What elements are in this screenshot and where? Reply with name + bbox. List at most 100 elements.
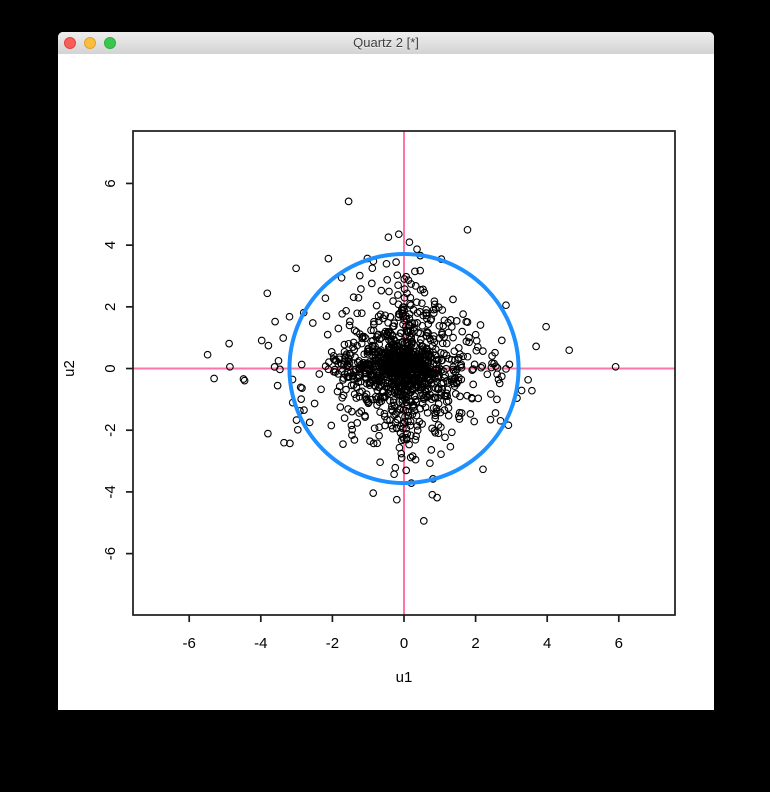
quartz-window: Quartz 2 [*] -6 -4 -2 0 2 4 6 -6 -4 -2 0 2 4 6 u1 u2 [58,32,714,710]
data-point [263,289,272,298]
window-title: Quartz 2 [*] [353,35,419,50]
data-point [375,431,383,440]
data-point [225,339,233,348]
data-point [300,406,308,414]
data-point [279,334,288,342]
data-point [334,324,343,333]
data-point [367,279,376,288]
data-point [382,259,391,268]
data-point [324,254,333,263]
data-point [517,386,526,395]
data-point [342,385,350,394]
data-point [383,275,392,284]
data-point [323,330,332,339]
y-tick-label: 2 [102,303,119,311]
data-point [210,374,218,383]
data-point [418,321,427,330]
data-layer [133,131,675,615]
data-point [437,450,445,459]
scatter-plot-canvas: -6 -4 -2 0 2 4 6 -6 -4 -2 0 2 4 6 u1 u2 [61,130,676,686]
data-point [370,424,379,433]
data-point [310,399,319,408]
data-point [274,356,283,365]
data-point [385,287,393,296]
data-point [285,312,294,321]
data-point [542,322,550,331]
data-point [369,489,378,497]
x-axis-title: u1 [396,669,413,686]
data-point [271,317,279,326]
data-point [368,264,377,273]
data-point [327,421,336,430]
data-point [293,425,302,434]
data-point [264,429,272,438]
data-point [376,408,384,417]
data-point [305,418,314,427]
data-point [377,286,386,295]
data-point [297,360,306,369]
minimize-button[interactable] [84,37,96,49]
data-point [327,348,336,356]
zoom-button[interactable] [104,37,116,49]
data-point [502,301,510,310]
data-point [470,417,479,426]
y-tick-label: 6 [102,179,119,187]
data-point [497,336,506,345]
y-tick-label: -2 [102,424,119,437]
data-point [486,390,495,398]
data-point [454,343,463,352]
data-point [376,458,384,467]
data-point [483,370,492,379]
data-point [355,271,364,280]
data-point [384,233,393,242]
data-point [339,440,347,448]
data-point [419,517,428,525]
data-point [413,245,421,254]
plot-area: -6 -4 -2 0 2 4 6 -6 -4 -2 0 2 4 6 u1 u2 [58,54,714,710]
data-point [463,225,472,234]
data-point [321,294,330,303]
data-point [393,271,402,280]
data-point [446,442,455,451]
data-point [203,350,212,359]
data-point [524,375,532,384]
data-point [441,433,449,442]
data-point [479,465,487,474]
data-point [344,197,353,206]
titlebar[interactable]: Quartz 2 [*] [58,32,714,55]
close-button[interactable] [64,37,76,49]
data-point [391,463,400,472]
data-point [353,309,362,318]
data-point [528,386,536,395]
x-tick-label: 0 [400,635,408,652]
data-point [447,428,456,437]
data-point [405,238,414,247]
data-point [392,495,401,504]
x-tick-label: 6 [615,635,623,652]
data-point [273,381,282,390]
data-point [390,470,398,479]
y-tick-label: -4 [102,485,119,498]
data-point [458,327,467,336]
data-point [444,328,453,337]
data-point [317,385,325,394]
data-point [340,414,349,422]
data-point [340,340,349,349]
x-tick-label: -6 [183,635,196,652]
data-point [257,336,266,345]
data-point [372,301,381,310]
data-point [476,321,485,329]
data-point [394,230,403,239]
data-point [493,395,501,404]
data-point [532,342,540,351]
data-point [322,312,331,320]
data-point [346,317,354,326]
data-point [449,295,457,304]
data-point [357,285,365,293]
x-tick-label: 2 [471,635,479,652]
y-tick-label: 4 [102,241,119,249]
data-point [394,291,402,299]
data-point [444,404,453,412]
data-point [426,459,434,468]
y-axis-title: u2 [61,360,78,377]
